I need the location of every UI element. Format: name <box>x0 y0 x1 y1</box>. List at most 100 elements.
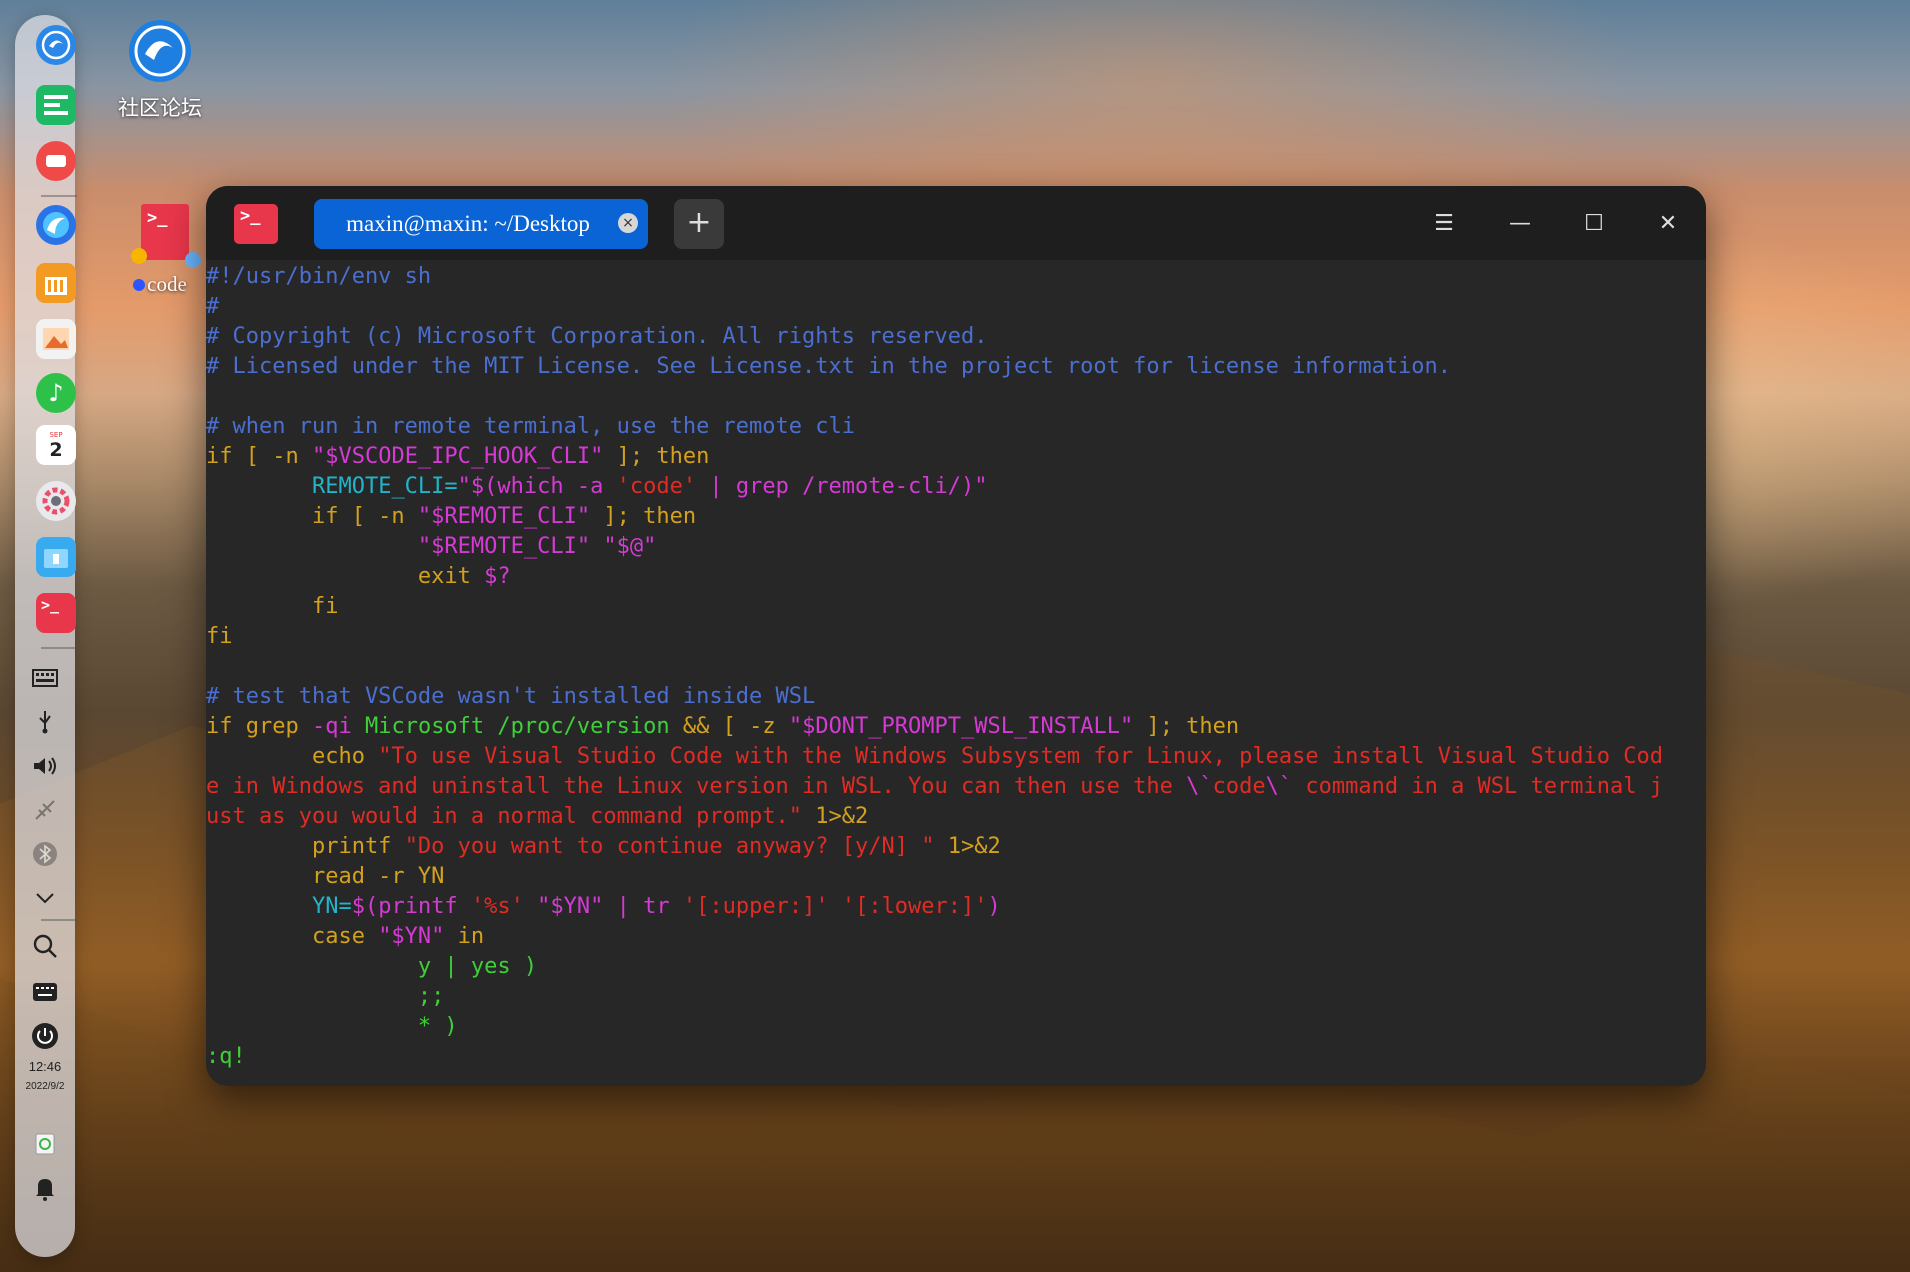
code-token: # when run in remote terminal, use the r… <box>206 414 856 439</box>
link-icon <box>185 252 201 268</box>
terminal-shortcut-icon: >_ <box>127 204 201 268</box>
desktop-icon-label: code <box>147 272 187 296</box>
image-viewer-icon[interactable] <box>36 319 76 359</box>
close-icon[interactable]: ✕ <box>1648 204 1688 244</box>
bluetooth-icon[interactable] <box>30 839 60 869</box>
terminal-line: if grep -qi Microsoft /proc/version && [… <box>206 712 1706 742</box>
code-token: ;; <box>206 984 445 1009</box>
code-token: #!/usr/bin/env sh <box>206 264 432 289</box>
menu-icon[interactable]: ☰ <box>1424 204 1464 244</box>
code-token: command in a WSL terminal j <box>1292 774 1663 799</box>
code-token: && [ -z <box>669 714 789 739</box>
terminal-line: ;; <box>206 982 1706 1012</box>
volume-icon[interactable] <box>30 751 60 781</box>
code-token: -qi <box>311 714 352 739</box>
code-token: "$YN" <box>378 924 445 949</box>
terminal-line: # <box>206 292 1706 322</box>
terminal-line: * ) <box>206 1012 1706 1042</box>
terminal-line: :q! <box>206 1042 1706 1072</box>
code-token: fi <box>206 594 339 619</box>
music-icon[interactable]: ♪ <box>36 373 76 413</box>
notification-icon[interactable] <box>30 1173 60 1203</box>
code-token: exit <box>206 564 485 589</box>
code-token: echo <box>206 744 379 769</box>
multitasking-icon[interactable] <box>36 85 76 125</box>
terminal-line: fi <box>206 622 1706 652</box>
dock-clock-time[interactable]: 12:46 <box>15 1059 75 1074</box>
search-icon[interactable] <box>30 931 60 961</box>
new-tab-button[interactable]: + <box>674 199 724 249</box>
code-token: \` <box>1186 774 1213 799</box>
code-token: * ) <box>206 1014 458 1039</box>
maximize-icon[interactable]: ☐ <box>1574 204 1614 244</box>
tab-close-icon[interactable]: × <box>618 213 638 233</box>
code-token: e in Windows and uninstall the Linux ver… <box>206 774 1187 799</box>
terminal-line: # Copyright (c) Microsoft Corporation. A… <box>206 322 1706 352</box>
code-token: | grep /remote-cli/)" <box>696 474 988 499</box>
code-token: "$REMOTE_CLI" "$@" <box>417 534 657 559</box>
network-icon[interactable] <box>30 795 60 825</box>
terminal-line: # when run in remote terminal, use the r… <box>206 412 1706 442</box>
code-token: # Copyright (c) Microsoft Corporation. A… <box>206 324 988 349</box>
onscreen-keyboard-icon[interactable] <box>30 977 60 1007</box>
terminal-line: y | yes ) <box>206 952 1706 982</box>
code-token: "Do you want to continue anyway? [y/N] " <box>404 834 935 859</box>
keyboard-layout-icon[interactable] <box>30 663 60 693</box>
code-token: ) <box>987 894 1001 919</box>
dock-separator <box>41 647 77 649</box>
code-token: case <box>206 924 379 949</box>
usb-icon[interactable] <box>30 707 60 737</box>
code-token: " <box>311 444 326 469</box>
app-store-icon[interactable] <box>36 263 76 303</box>
chevron-down-icon[interactable] <box>30 883 60 913</box>
code-token: code <box>1212 774 1266 799</box>
code-token: if grep <box>206 714 312 739</box>
desktop-icon-forum[interactable]: 社区论坛 <box>110 18 210 122</box>
terminal-line: read -r YN <box>206 862 1706 892</box>
terminal-line: fi <box>206 592 1706 622</box>
settings-icon[interactable] <box>36 481 76 521</box>
terminal-icon[interactable]: >_ <box>36 593 76 633</box>
terminal-line: # Licensed under the MIT License. See Li… <box>206 352 1706 382</box>
browser-icon[interactable] <box>36 205 76 245</box>
desktop-icon-label: 社区论坛 <box>118 96 202 120</box>
tab-title: maxin@maxin: ~/Desktop <box>346 211 590 236</box>
minimize-icon[interactable]: — <box>1500 204 1540 244</box>
code-token: # Licensed under the MIT License. See Li… <box>206 354 1452 379</box>
code-token: "$YN" | tr <box>523 894 683 919</box>
terminal-line: #!/usr/bin/env sh <box>206 262 1706 292</box>
tab-active[interactable]: maxin@maxin: ~/Desktop × <box>314 199 648 249</box>
code-token: REMOTE_CLI= <box>311 474 458 499</box>
dock-separator <box>41 195 77 197</box>
screen-recorder-icon[interactable] <box>36 141 76 181</box>
launcher-icon[interactable] <box>36 25 76 65</box>
desktop-icon-code[interactable]: >_ code <box>118 204 202 297</box>
terminal-line: # test that VSCode wasn't installed insi… <box>206 682 1706 712</box>
code-token: # <box>206 294 220 319</box>
code-token: in <box>444 924 485 949</box>
calendar-icon[interactable]: SEP 2 <box>36 425 76 465</box>
terminal-line: exit $? <box>206 562 1706 592</box>
terminal-window[interactable]: >_ maxin@maxin: ~/Desktop × + ☰ — ☐ ✕ #!… <box>206 186 1706 1086</box>
power-icon[interactable] <box>30 1021 60 1051</box>
code-token: $(printf <box>351 894 471 919</box>
terminal-line: printf "Do you want to continue anyway? … <box>206 832 1706 862</box>
terminal-line: if [ -n "$VSCODE_IPC_HOOK_CLI" ]; then <box>206 442 1706 472</box>
terminal-app-icon: >_ <box>234 204 278 244</box>
dock-clock-date[interactable]: 2022/9/2 <box>15 1081 75 1092</box>
code-token: ]; then <box>1133 714 1240 739</box>
code-token: \` <box>1265 774 1293 799</box>
titlebar[interactable]: >_ maxin@maxin: ~/Desktop × + ☰ — ☐ ✕ <box>206 186 1706 260</box>
terminal-content[interactable]: #!/usr/bin/env sh # # Copyright (c) Micros… <box>206 260 1706 1086</box>
code-token: $VSCODE_IPC_HOOK_CLI <box>325 444 591 469</box>
file-manager-icon[interactable] <box>36 537 76 577</box>
trash-icon[interactable] <box>30 1129 60 1159</box>
code-token: fi <box>206 624 233 649</box>
code-token: '[:lower:]' <box>841 894 988 919</box>
code-token: YN= <box>311 894 352 919</box>
terminal-line: "$REMOTE_CLI" "$@" <box>206 532 1706 562</box>
